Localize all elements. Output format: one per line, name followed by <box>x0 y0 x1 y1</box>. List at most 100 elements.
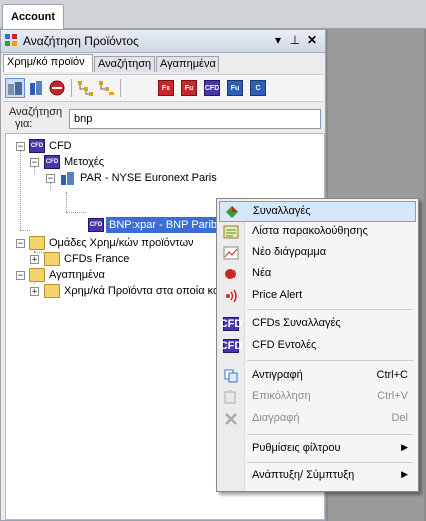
news-icon <box>223 267 239 281</box>
menu-item-label: Νέο διάγραμμα <box>252 246 327 258</box>
menu-item-label: Λίστα παρακολούθησης <box>252 225 368 237</box>
tree-node-label: PAR - NYSE Euronext Paris <box>80 172 217 184</box>
menu-item-label: CFDs Συναλλαγές <box>252 317 341 329</box>
menu-item-label: Ανάπτυξη/ Σύμπτυξη <box>252 469 355 481</box>
c-icon-label: C <box>250 80 266 96</box>
submenu-arrow-icon: ▶ <box>401 442 408 452</box>
building-icon[interactable] <box>27 79 45 97</box>
menu-item-label: Επικόλληση <box>252 390 311 402</box>
tree-collapse-icon[interactable] <box>97 79 115 97</box>
menu-separator <box>247 462 413 463</box>
cfd-icon[interactable]: CFD <box>203 79 221 97</box>
expander-collapse[interactable]: − <box>16 271 25 281</box>
tree-node-label: CFDs France <box>64 253 130 265</box>
tab-account[interactable]: Account <box>2 4 64 29</box>
menu-item-label: Συναλλαγές <box>253 205 311 217</box>
expander-expand[interactable]: + <box>30 255 39 265</box>
tree-connector <box>66 212 86 213</box>
chevron-down-icon[interactable]: ▾ <box>271 33 285 47</box>
expander-collapse[interactable]: − <box>46 174 55 184</box>
search-label: Αναζήτηση για: <box>9 106 62 130</box>
cfd-icon: CFD <box>44 155 60 169</box>
alert-icon <box>223 289 239 303</box>
menu-item-shortcut: Del <box>391 412 408 424</box>
menu-item-expand-collapse[interactable]: Ανάπτυξη/ Σύμπτυξη ▶ <box>219 466 416 487</box>
delete-icon <box>223 412 239 426</box>
submenu-arrow-icon: ▶ <box>401 469 408 479</box>
cfd-icon: CFD <box>219 339 243 353</box>
close-icon[interactable]: ✕ <box>305 33 319 47</box>
exchange-icon <box>61 172 74 185</box>
tree-node-label: BNP:xpar - BNP Paribas <box>106 217 232 233</box>
menu-item-shortcut: Ctrl+V <box>377 390 408 402</box>
tree-node-label: Αγαπημένα <box>49 269 105 281</box>
search-label-line1: Αναζήτηση <box>9 106 63 118</box>
menu-item-label: Διαγραφή <box>252 412 300 424</box>
expander-collapse[interactable]: − <box>30 158 39 168</box>
menu-separator <box>247 434 413 435</box>
folder-icon <box>44 252 60 266</box>
paste-icon <box>223 390 239 404</box>
expander-expand[interactable]: + <box>30 287 39 297</box>
fu-blue-icon[interactable]: Fu <box>226 79 244 97</box>
fu-blue-icon-label: Fu <box>227 80 243 96</box>
tree-node-label: Μετοχές <box>64 156 105 168</box>
menu-item-paste[interactable]: Επικόλληση Ctrl+V <box>219 387 416 408</box>
panel-grid-icon <box>5 34 17 46</box>
panel-title-bar[interactable]: Αναζήτηση Προϊόντος ▾ ⊥ ✕ <box>1 30 325 53</box>
watchlist-icon <box>223 225 239 239</box>
menu-item-cfd-orders[interactable]: CFD CFD Εντολές <box>219 336 416 357</box>
menu-separator <box>247 360 413 361</box>
tab-product[interactable]: Χρημ/κό προϊόν <box>3 54 93 72</box>
menu-item-watchlist[interactable]: Λίστα παρακολούθησης <box>219 222 416 243</box>
pin-icon[interactable]: ⊥ <box>288 33 302 47</box>
tree-node-label: CFD <box>49 140 72 152</box>
tab-favorites[interactable]: Αγαπημένα <box>156 56 219 72</box>
c-icon[interactable]: C <box>249 79 267 97</box>
stop-icon[interactable] <box>48 79 66 97</box>
menu-item-new-chart[interactable]: Νέο διάγραμμα <box>219 243 416 264</box>
tree-connector <box>66 192 67 212</box>
menu-item-label: Αντιγραφή <box>252 369 303 381</box>
search-input[interactable] <box>69 109 321 129</box>
folder-icon <box>29 236 45 250</box>
tree-expand-icon[interactable] <box>76 79 94 97</box>
chart-icon <box>223 246 239 260</box>
tree-connector <box>20 148 21 230</box>
fx-icon[interactable]: Fx <box>157 79 175 97</box>
toolbar-separator <box>71 79 72 97</box>
cfd-icon: CFD <box>219 317 243 331</box>
fu-red-icon[interactable]: Fu <box>180 79 198 97</box>
menu-item-label: CFD Εντολές <box>252 339 317 351</box>
cfd-icon: CFD <box>88 218 104 232</box>
tree-connector <box>20 230 30 231</box>
copy-icon <box>223 369 239 383</box>
menu-item-filter-settings[interactable]: Ρυθμίσεις φίλτρου ▶ <box>219 439 416 460</box>
menu-item-label: Νέα <box>252 267 272 279</box>
tree-node-label: Ομάδες Χρημ/κών προϊόντων <box>49 237 194 249</box>
document-tab-strip: Account <box>0 0 426 29</box>
menu-separator <box>247 309 413 310</box>
search-label-line2: για: <box>15 118 33 130</box>
panel-toolbar: Fx Fu CFD Fu C <box>3 74 323 102</box>
menu-item-copy[interactable]: Αντιγραφή Ctrl+C <box>219 366 416 387</box>
menu-item-news[interactable]: Νέα <box>219 264 416 285</box>
trade-icon <box>224 205 240 219</box>
tab-search[interactable]: Αναζήτηση <box>94 56 155 72</box>
menu-item-price-alert[interactable]: Price Alert <box>219 286 416 307</box>
menu-item-label: Ρυθμίσεις φίλτρου <box>252 442 341 454</box>
fx-icon-label: Fx <box>158 80 174 96</box>
menu-item-cfd-trades[interactable]: CFD CFDs Συναλλαγές <box>219 314 416 335</box>
menu-item-shortcut: Ctrl+C <box>376 369 408 381</box>
tree-node-label: Χρημ/κά Προϊόντα στα οποία κα <box>64 285 220 297</box>
expander-collapse[interactable]: − <box>16 239 25 249</box>
cfd-icon: CFD <box>29 139 45 153</box>
tree-connector <box>34 252 44 253</box>
exchange-icon[interactable] <box>5 78 25 98</box>
panel-title: Αναζήτηση Προϊόντος <box>23 34 139 48</box>
context-menu: Συναλλαγές Λίστα παρακολούθησης Νέο διάγ… <box>216 198 419 492</box>
menu-item-label: Price Alert <box>252 289 303 301</box>
expander-collapse[interactable]: − <box>16 142 25 152</box>
menu-item-delete[interactable]: Διαγραφή Del <box>219 409 416 430</box>
menu-item-trade[interactable]: Συναλλαγές <box>219 201 416 222</box>
